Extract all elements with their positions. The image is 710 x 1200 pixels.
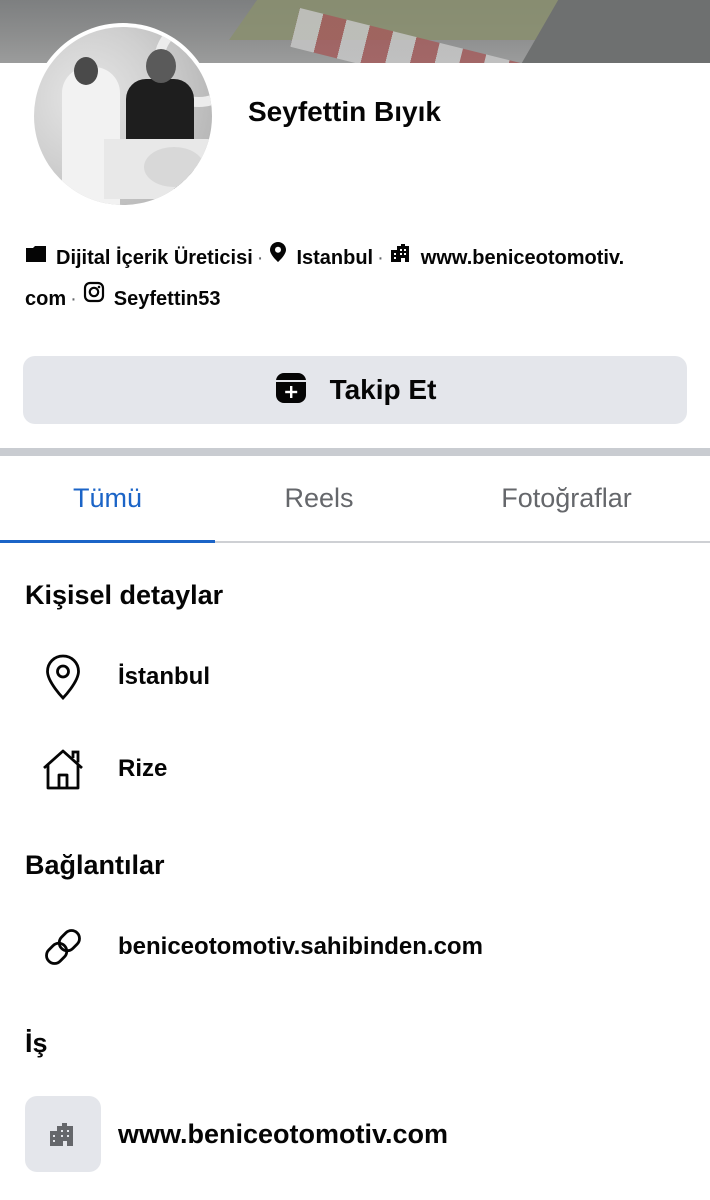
building-icon bbox=[25, 1096, 101, 1172]
personal-item-current-city[interactable]: İstanbul bbox=[25, 647, 210, 707]
intro-instagram[interactable]: Seyfettin53 bbox=[114, 288, 221, 310]
intro-separator: · bbox=[377, 247, 384, 269]
personal-details-title: Kişisel detaylar bbox=[25, 580, 224, 610]
work-title: İş bbox=[25, 1028, 48, 1058]
section-divider bbox=[0, 448, 710, 456]
house-icon bbox=[25, 739, 101, 799]
work-text: www.beniceotomotiv.com bbox=[118, 1118, 449, 1149]
intro-separator: · bbox=[70, 287, 77, 310]
tab-reels[interactable]: Reels bbox=[215, 456, 423, 541]
location-pin-icon bbox=[269, 237, 287, 277]
link-text: beniceotomotiv.sahibinden.com bbox=[118, 933, 483, 960]
follow-icon bbox=[274, 371, 308, 410]
intro-website-line2: com bbox=[25, 287, 67, 310]
briefcase-icon bbox=[25, 237, 47, 277]
intro-category: Dijital İçerik Üreticisi bbox=[56, 247, 253, 269]
location-pin-icon bbox=[25, 647, 101, 707]
links-title: Bağlantılar bbox=[25, 850, 165, 880]
building-icon bbox=[390, 237, 412, 277]
intro-separator: · bbox=[256, 247, 264, 269]
intro-location[interactable]: Istanbul bbox=[296, 247, 373, 269]
intro-website-line1: www.beniceotomotiv. bbox=[420, 247, 625, 269]
tab-photos[interactable]: Fotoğraflar bbox=[423, 456, 710, 541]
instagram-icon bbox=[83, 277, 105, 317]
profile-tabs: Tümü Reels Fotoğraflar bbox=[0, 456, 710, 543]
work-item[interactable]: www.beniceotomotiv.com bbox=[25, 1096, 448, 1172]
personal-item-text: Rize bbox=[118, 755, 168, 782]
link-icon bbox=[25, 917, 101, 977]
profile-name: Seyfettin Bıyık bbox=[248, 96, 441, 127]
personal-item-text: İstanbul bbox=[118, 663, 211, 690]
link-item[interactable]: beniceotomotiv.sahibinden.com bbox=[25, 917, 483, 977]
profile-intro: Dijital İçerik Üreticisi · Istanbul · www.… bbox=[25, 238, 695, 319]
follow-button-label: Takip Et bbox=[329, 374, 437, 405]
personal-item-hometown[interactable]: Rize bbox=[25, 739, 167, 799]
profile-avatar[interactable] bbox=[30, 23, 216, 209]
tab-all[interactable]: Tümü bbox=[0, 456, 215, 543]
follow-button[interactable]: Takip Et bbox=[23, 356, 687, 424]
